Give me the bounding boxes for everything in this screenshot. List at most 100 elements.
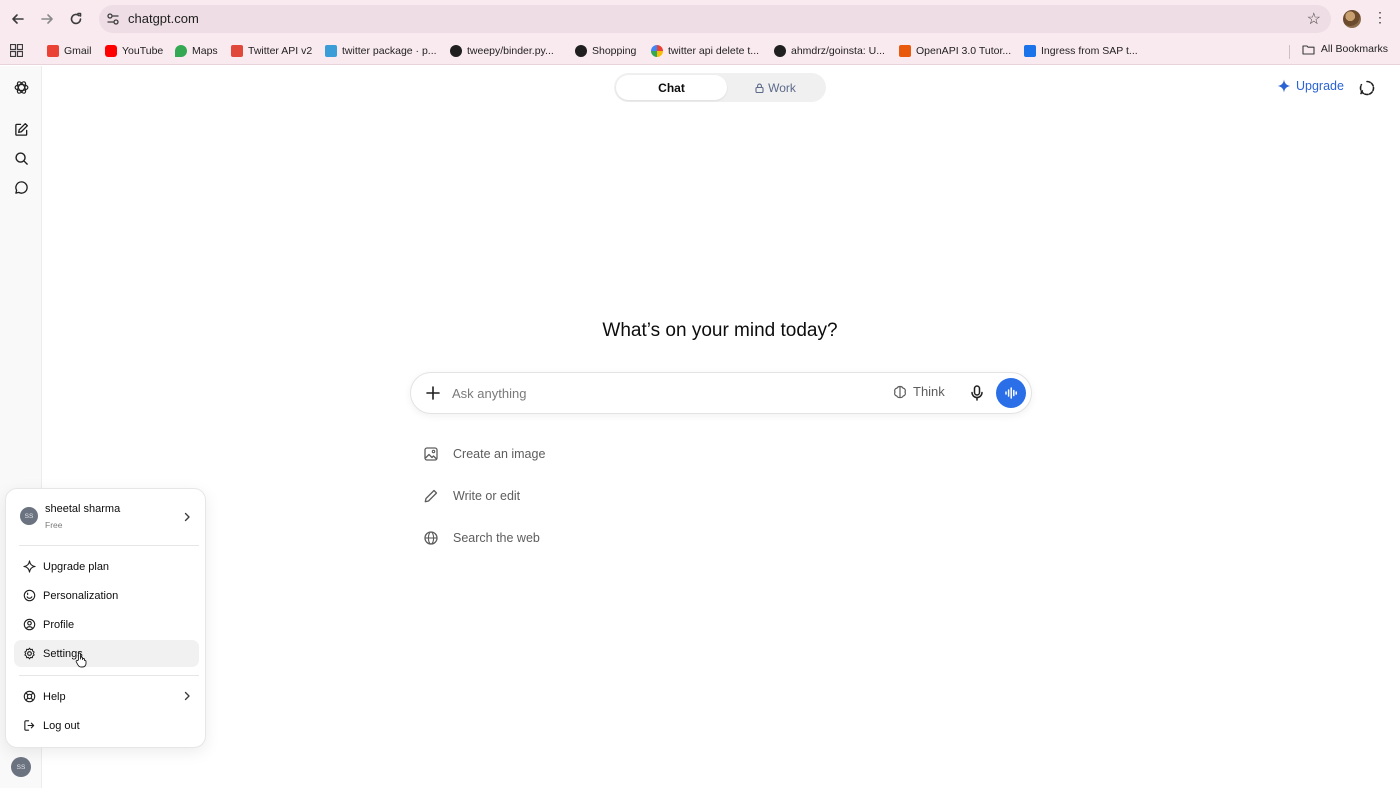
- github-icon: [774, 45, 786, 57]
- avatar: SS: [20, 507, 38, 525]
- sap-icon: [1024, 45, 1036, 57]
- address-bar[interactable]: chatgpt.com ☆: [99, 5, 1331, 33]
- plus-icon[interactable]: [424, 384, 442, 402]
- package-icon: [325, 45, 337, 57]
- user-plan: Free: [45, 520, 63, 530]
- suggestion-label: Create an image: [453, 447, 546, 461]
- bookmark-label: twitter api delete t...: [668, 45, 760, 57]
- logout-icon: [24, 720, 35, 731]
- composer: Think: [410, 372, 1032, 414]
- bookmark-label: Ingress from SAP t...: [1041, 45, 1138, 57]
- microphone-icon[interactable]: [968, 384, 986, 402]
- site-settings-icon[interactable]: [106, 12, 120, 26]
- chatgpt-app: Chat Work Upgrade What’s on your mind to…: [0, 66, 1400, 788]
- bookmark-google-search[interactable]: twitter api delete t...: [651, 43, 759, 59]
- voice-wave-icon: [1005, 387, 1017, 399]
- profile-avatar[interactable]: [1343, 10, 1361, 28]
- bookmark-label: twitter package · p...: [342, 45, 437, 57]
- menu-item-log-out[interactable]: Log out: [14, 712, 199, 739]
- suggestion-search-web[interactable]: Search the web: [423, 527, 540, 549]
- new-chat-icon: [14, 122, 28, 136]
- bookmark-openapi[interactable]: OpenAPI 3.0 Tutor...: [899, 43, 1011, 59]
- bookmark-ingress-sap[interactable]: Ingress from SAP t...: [1024, 43, 1138, 59]
- menu-item-label: Personalization: [43, 589, 119, 602]
- bookmark-label: Shopping: [592, 45, 637, 57]
- chat-bubble-icon: [14, 180, 28, 194]
- menu-item-label: Help: [43, 690, 66, 703]
- account-switcher[interactable]: SS sheetal sharma Free: [14, 497, 199, 537]
- search-chats-button[interactable]: [11, 148, 31, 168]
- gmail-icon: [47, 45, 59, 57]
- voice-mode-button[interactable]: [996, 378, 1026, 408]
- menu-item-profile[interactable]: Profile: [14, 611, 199, 638]
- menu-item-label: Upgrade plan: [43, 560, 110, 573]
- prompt-input[interactable]: [452, 383, 872, 403]
- new-chat-button[interactable]: [11, 119, 31, 139]
- bookmark-maps[interactable]: Maps: [175, 43, 218, 59]
- bookmark-shopping[interactable]: Shopping: [575, 43, 636, 59]
- tab-work-label: Work: [768, 80, 796, 95]
- tab-work[interactable]: Work: [727, 75, 824, 100]
- address-url[interactable]: chatgpt.com: [128, 11, 199, 26]
- upgrade-button[interactable]: Upgrade: [1277, 79, 1344, 93]
- maps-pin-icon: [175, 45, 187, 57]
- tab-chat-label: Chat: [658, 80, 685, 95]
- menu-divider: [19, 675, 199, 676]
- twitter-api-icon: [231, 45, 243, 57]
- think-label: Think: [913, 384, 945, 399]
- youtube-icon: [105, 45, 117, 57]
- bookmark-twitter-api[interactable]: Twitter API v2: [231, 43, 312, 59]
- arrow-right-icon: [41, 14, 53, 24]
- menu-item-help[interactable]: Help: [14, 683, 199, 710]
- apps-grid-icon[interactable]: [10, 44, 23, 57]
- browser-menu-icon[interactable]: ⋮: [1373, 9, 1387, 26]
- pencil-icon: [424, 489, 438, 503]
- bookmark-gmail[interactable]: Gmail: [47, 43, 91, 59]
- lifebuoy-icon: [23, 690, 36, 703]
- suggestion-label: Search the web: [453, 531, 540, 545]
- bookmark-label: tweepy/binder.py...: [467, 45, 554, 57]
- bookmark-youtube[interactable]: YouTube: [105, 43, 163, 59]
- chevron-right-icon: [184, 512, 190, 522]
- suggestion-create-image[interactable]: Create an image: [423, 443, 545, 465]
- suggestion-label: Write or edit: [453, 489, 521, 503]
- bookmark-label: YouTube: [122, 45, 164, 57]
- account-menu: SS sheetal sharma Free Upgrade plan Pers…: [5, 488, 206, 748]
- reload-icon: [70, 12, 82, 25]
- menu-item-upgrade-plan[interactable]: Upgrade plan: [14, 553, 199, 580]
- bookmark-goinsta[interactable]: ahmdrz/goinsta: U...: [774, 43, 885, 59]
- sparkle-icon: [1277, 79, 1291, 93]
- bookmark-label: ahmdrz/goinsta: U...: [791, 45, 885, 57]
- menu-item-personalization[interactable]: Personalization: [14, 582, 199, 609]
- menu-item-settings[interactable]: Settings: [14, 640, 199, 667]
- bookmark-label: Gmail: [64, 45, 92, 57]
- image-icon: [424, 447, 438, 461]
- mode-switcher: Chat Work: [614, 73, 826, 102]
- bookmark-tweepy[interactable]: tweepy/binder.py...: [450, 43, 554, 59]
- back-button[interactable]: [8, 9, 28, 29]
- openai-logo-button[interactable]: [11, 77, 31, 97]
- globe-icon: [575, 45, 587, 57]
- menu-item-label: Profile: [43, 618, 75, 631]
- openapi-icon: [899, 45, 911, 57]
- think-button[interactable]: Think: [893, 384, 945, 399]
- forward-button[interactable]: [37, 9, 57, 29]
- all-bookmarks-button[interactable]: All Bookmarks: [1302, 43, 1388, 55]
- tab-chat[interactable]: Chat: [616, 75, 727, 100]
- upgrade-label: Upgrade: [1296, 79, 1344, 93]
- arrow-left-icon: [12, 14, 24, 24]
- chats-button[interactable]: [11, 177, 31, 197]
- reload-button[interactable]: [66, 9, 86, 29]
- gear-icon: [24, 647, 35, 660]
- user-avatar-button[interactable]: SS: [11, 757, 31, 777]
- github-icon: [450, 45, 462, 57]
- suggestion-write-edit[interactable]: Write or edit: [423, 485, 520, 507]
- browser-toolbar: chatgpt.com ☆ ⋮: [0, 0, 1400, 38]
- menu-item-label: Log out: [43, 719, 80, 732]
- bookmark-twitter-package[interactable]: twitter package · p...: [325, 43, 437, 59]
- temporary-chat-icon[interactable]: [1358, 79, 1376, 97]
- chevron-right-icon: [184, 691, 190, 701]
- bookmarks-bar: Gmail YouTube Maps Twitter API v2 twitte…: [0, 38, 1400, 65]
- bookmark-star-icon[interactable]: ☆: [1307, 9, 1321, 29]
- search-icon: [14, 151, 28, 165]
